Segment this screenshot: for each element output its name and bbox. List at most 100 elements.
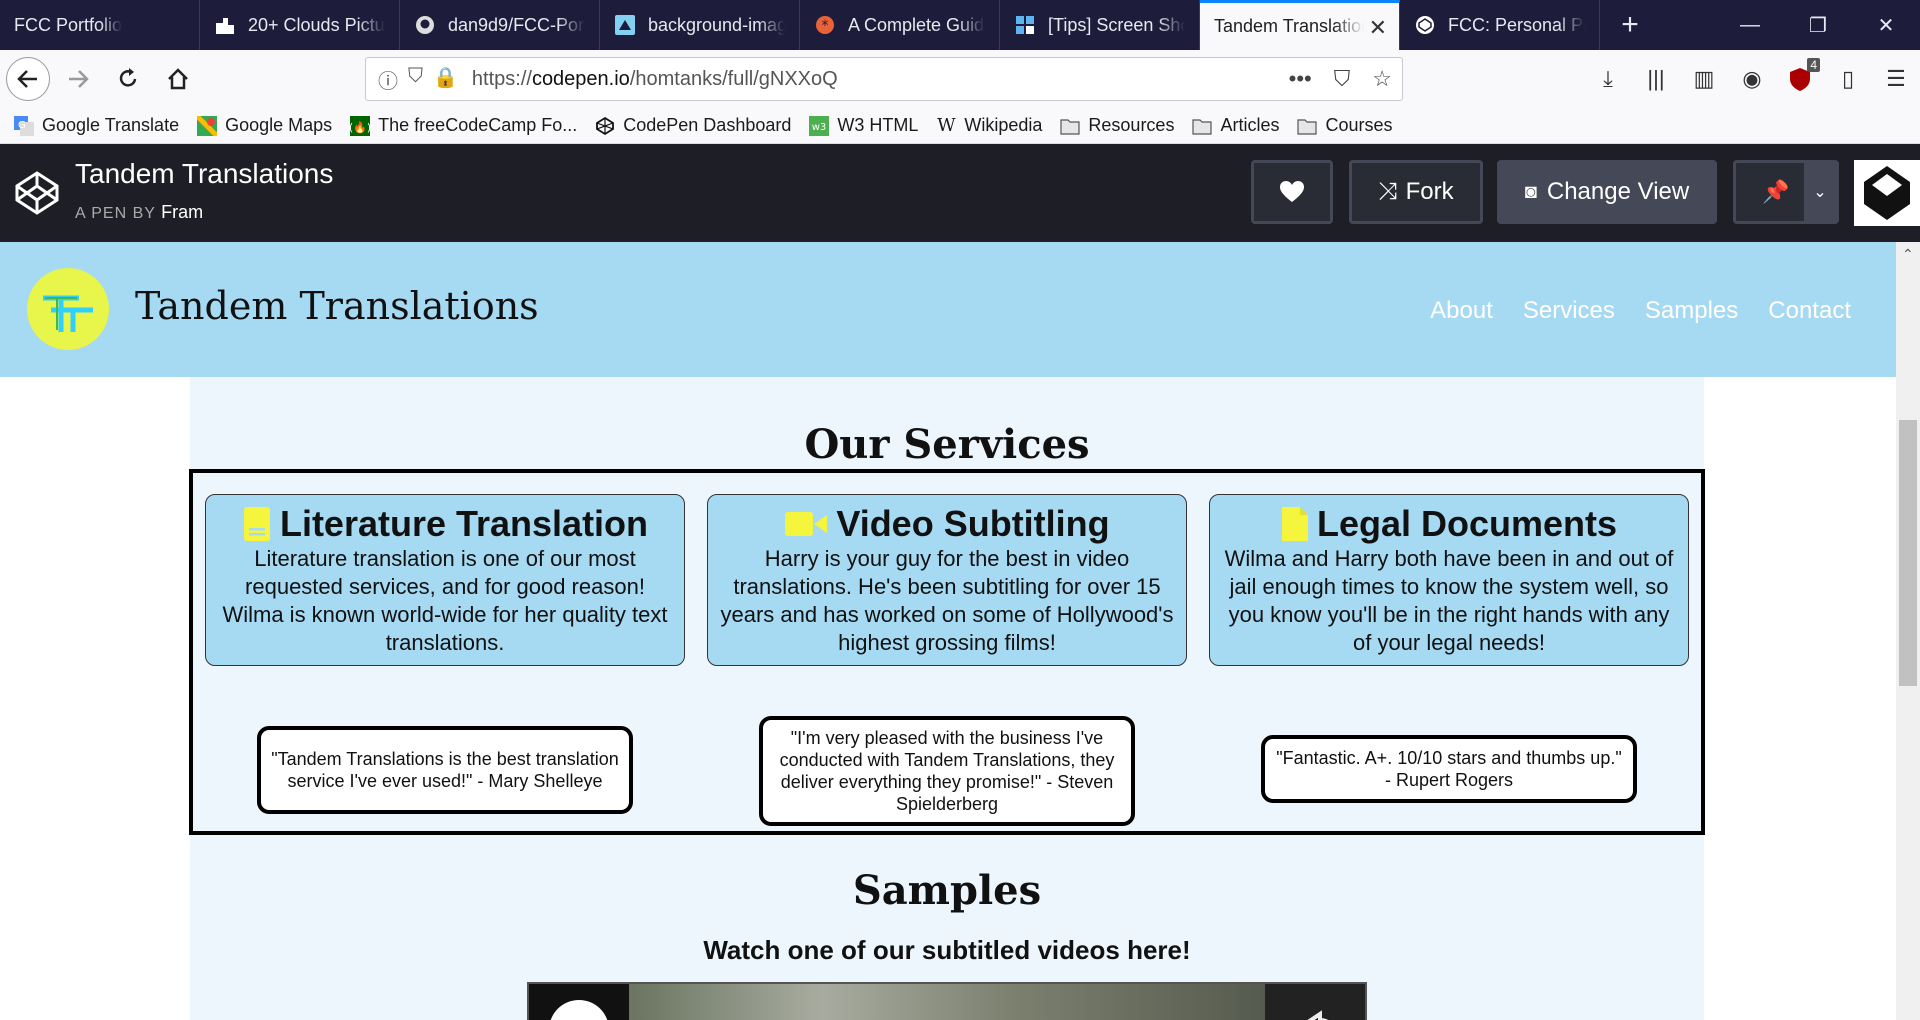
- downloads-icon[interactable]: ⤓: [1584, 56, 1632, 102]
- service-title-text: Video Subtitling: [836, 503, 1110, 544]
- fork-button[interactable]: ⤨ Fork: [1349, 160, 1483, 224]
- ublock-icon[interactable]: 4: [1776, 56, 1824, 102]
- tab-clouds[interactable]: 20+ Clouds Pictures: [200, 0, 400, 50]
- forward-button[interactable]: [56, 57, 100, 101]
- service-title-text: Legal Documents: [1316, 503, 1618, 544]
- chevron-down-icon[interactable]: ⌄: [1804, 163, 1836, 221]
- tab-label: A Complete Guide: [848, 14, 985, 35]
- css-tricks-icon: *: [814, 14, 836, 36]
- nav-link-about[interactable]: About: [1430, 297, 1493, 325]
- pen-by-label: A PEN BY: [75, 205, 156, 222]
- codepen-icon: [595, 116, 615, 136]
- google-translate-icon: G: [14, 115, 34, 136]
- reload-icon: [119, 68, 137, 87]
- book-icon: [243, 507, 270, 541]
- site-logo[interactable]: [27, 268, 109, 350]
- video-camera-icon: [785, 512, 828, 536]
- mdn-icon: [614, 14, 636, 36]
- heart-button[interactable]: [1251, 160, 1333, 224]
- bookmark-wikipedia[interactable]: W Wikipedia: [936, 115, 1042, 136]
- bookmarks-bar: G Google Translate Google Maps (🔥) The f…: [0, 108, 1920, 144]
- bookmark-star-icon[interactable]: ☆: [1372, 66, 1392, 92]
- nav-link-contact[interactable]: Contact: [1768, 297, 1851, 325]
- account-icon[interactable]: ◉: [1728, 56, 1776, 102]
- bookmark-label: The freeCodeCamp Fo...: [378, 115, 578, 135]
- menu-icon[interactable]: ☰: [1872, 56, 1920, 102]
- avatar[interactable]: [1854, 160, 1920, 226]
- page-scrollbar[interactable]: ⌃: [1896, 242, 1920, 1020]
- bookmark-label: Resources: [1088, 115, 1175, 135]
- info-icon[interactable]: ⓘ: [378, 65, 398, 94]
- bookmark-label: Wikipedia: [964, 115, 1043, 135]
- library-icon[interactable]: |||: [1632, 56, 1680, 102]
- freecodecamp-icon: (🔥): [350, 115, 371, 136]
- minimize-icon[interactable]: —: [1716, 0, 1784, 50]
- restore-icon[interactable]: ❐: [1784, 0, 1852, 50]
- nav-link-samples[interactable]: Samples: [1645, 297, 1738, 325]
- tab-mdn[interactable]: background-image: [600, 0, 800, 50]
- tab-bar: FCC Portfolio 20+ Clouds Pictures dan9d9…: [0, 0, 1920, 50]
- bookmark-w3-html[interactable]: w3 W3 HTML: [809, 115, 918, 136]
- tab-css-tricks[interactable]: * A Complete Guide: [800, 0, 1000, 50]
- nav-link-services[interactable]: Services: [1523, 297, 1615, 325]
- codepen-icon: [1414, 14, 1436, 36]
- close-tab-icon[interactable]: ✕: [1369, 15, 1387, 41]
- pin-button[interactable]: 📌 ⌄: [1733, 160, 1839, 224]
- site-navbar: Tandem Translations About Services Sampl…: [0, 242, 1896, 377]
- new-tab-button[interactable]: +: [1600, 0, 1660, 50]
- sidebar-icon[interactable]: ▥: [1680, 56, 1728, 102]
- tab-fcc-portfolio[interactable]: FCC Portfolio: [0, 0, 200, 50]
- tab-fcc-personal-portfolio[interactable]: FCC: Personal Portfolio: [1400, 0, 1600, 50]
- testimonial-quote: "I'm very pleased with the business I've…: [759, 716, 1135, 826]
- tracking-shield-icon[interactable]: ⛉: [408, 65, 423, 94]
- bookmark-codepen-dashboard[interactable]: CodePen Dashboard: [595, 115, 791, 136]
- tab-label: FCC Portfolio: [14, 14, 123, 35]
- bookmark-freecodecamp[interactable]: (🔥) The freeCodeCamp Fo...: [350, 115, 577, 136]
- document-icon: [1281, 507, 1308, 541]
- services-section: Literature Translation Literature transl…: [189, 469, 1705, 835]
- service-card-title: Video Subtitling: [708, 503, 1186, 545]
- pocket-icon[interactable]: ⛉: [1334, 66, 1351, 92]
- site-title: Tandem Translations: [135, 284, 539, 328]
- bookmark-folder-articles[interactable]: Articles: [1192, 115, 1279, 136]
- bookmark-google-translate[interactable]: G Google Translate: [14, 115, 179, 136]
- back-arrow-icon: [17, 70, 37, 88]
- fork-label: Fork: [1405, 178, 1454, 205]
- samples-heading: Samples: [852, 867, 1042, 914]
- responsive-mode-icon[interactable]: ▯: [1824, 56, 1872, 102]
- bookmark-google-maps[interactable]: Google Maps: [197, 115, 332, 136]
- eye-icon: ◙: [1524, 180, 1537, 203]
- home-button[interactable]: [156, 57, 200, 101]
- tab-label: dan9d9/FCC-Portfolio: [448, 14, 585, 35]
- lock-warning-icon[interactable]: 🔒: [433, 65, 458, 94]
- change-view-button[interactable]: ◙ Change View: [1497, 160, 1717, 224]
- codepen-logo-icon[interactable]: [14, 170, 60, 216]
- tab-github[interactable]: dan9d9/FCC-Portfolio: [400, 0, 600, 50]
- window-controls: — ❐ ✕: [1716, 0, 1920, 50]
- page-actions-icon[interactable]: •••: [1289, 66, 1312, 92]
- fork-icon: ⤨: [1378, 178, 1398, 205]
- testimonial-quote: "Fantastic. A+. 10/10 stars and thumbs u…: [1261, 735, 1637, 803]
- url-host: codepen.io: [531, 67, 630, 90]
- address-bar[interactable]: ⓘ ⛉ 🔒 https://codepen.io/homtanks/full/g…: [365, 57, 1403, 101]
- svg-text:*: *: [822, 18, 829, 34]
- service-card-text: Literature translation is one of our mos…: [222, 546, 668, 655]
- pen-author-line: A PEN BY Fram: [75, 202, 203, 223]
- tab-screenshot-tips[interactable]: [Tips] Screen Shot: [1000, 0, 1200, 50]
- reload-button[interactable]: [106, 57, 150, 101]
- scrollbar-thumb[interactable]: [1899, 420, 1917, 686]
- tab-label: background-image: [648, 14, 785, 35]
- bookmark-label: Google Translate: [42, 115, 180, 135]
- pin-icon: 📌: [1762, 179, 1790, 204]
- tab-tandem-translations[interactable]: Tandem Translations ✕: [1200, 0, 1400, 50]
- scroll-up-icon[interactable]: ⌃: [1902, 246, 1914, 263]
- video-controls: [1221, 984, 1365, 1020]
- service-card-video: Video Subtitling Harry is your guy for t…: [707, 494, 1187, 666]
- close-window-icon[interactable]: ✕: [1852, 0, 1920, 50]
- pen-author-link[interactable]: Fram: [161, 202, 203, 222]
- bookmark-folder-resources[interactable]: Resources: [1060, 115, 1174, 136]
- svg-text:w3: w3: [812, 122, 827, 133]
- back-button[interactable]: [6, 57, 50, 101]
- bookmark-folder-courses[interactable]: Courses: [1297, 115, 1393, 136]
- sample-video-player[interactable]: [527, 982, 1367, 1020]
